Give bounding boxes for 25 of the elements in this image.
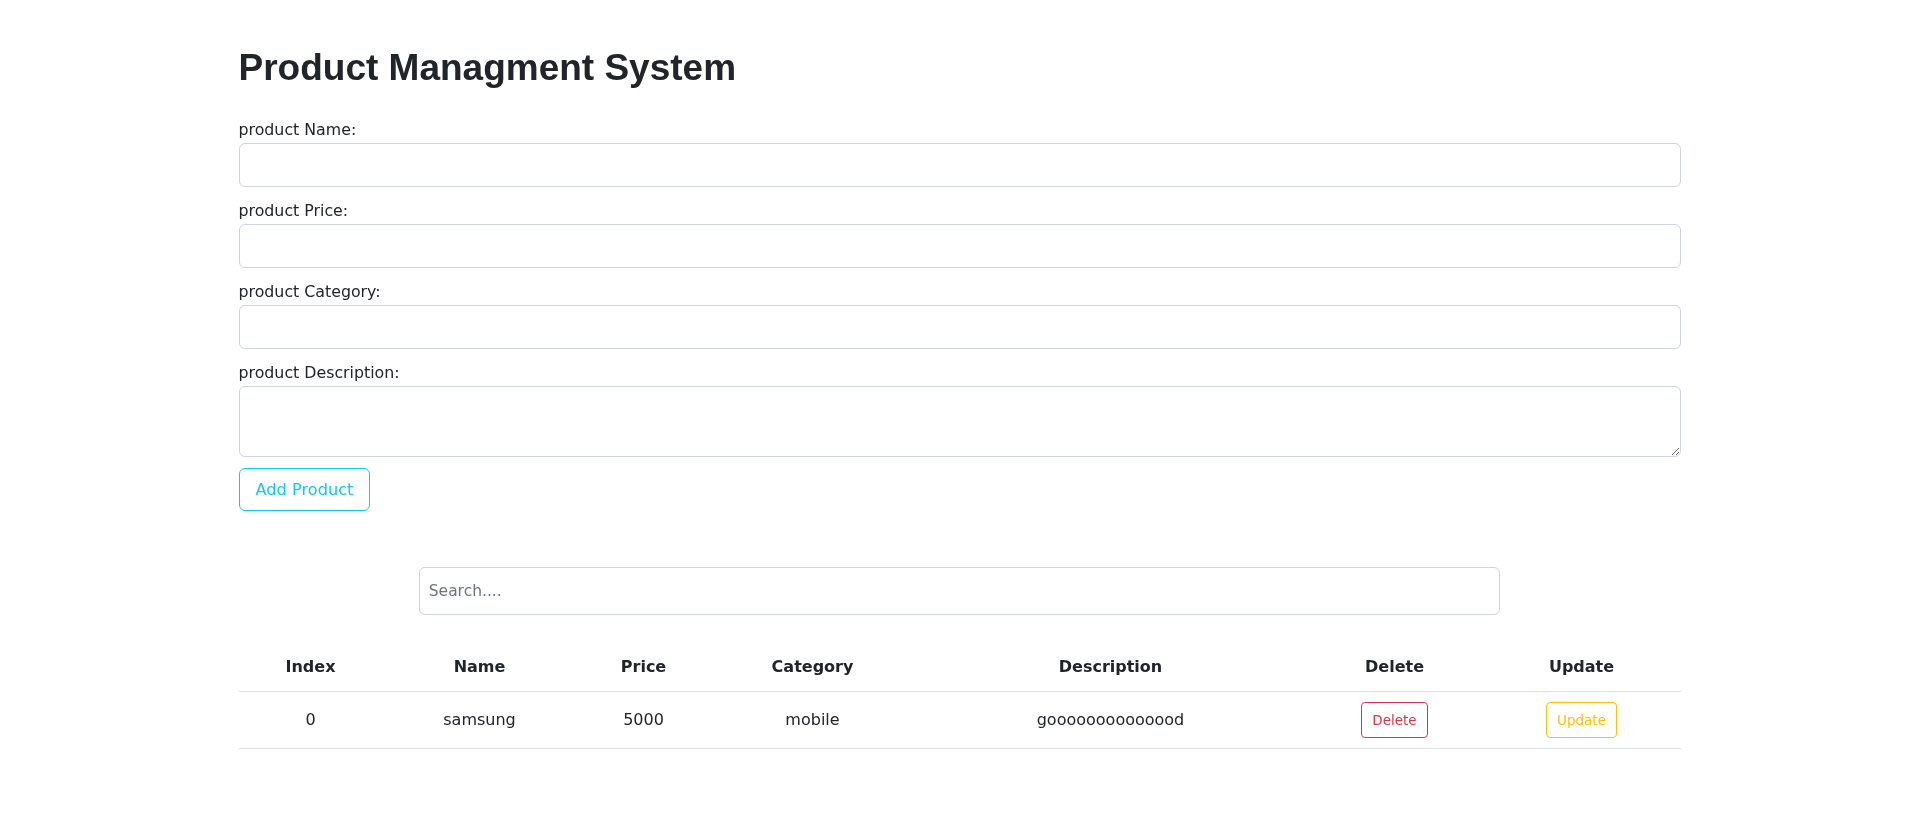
update-button[interactable]: Update: [1546, 702, 1617, 738]
column-header: Description: [1058, 656, 1163, 678]
input-field[interactable]: [238, 143, 1681, 187]
input-field[interactable]: [238, 224, 1681, 268]
table-cell-text: goooooooooooood: [1036, 709, 1185, 731]
description-field[interactable]: [238, 386, 1681, 457]
field-label: product Category:: [238, 281, 381, 303]
column-header: Price: [620, 656, 667, 678]
add-product-button[interactable]: Add Product: [238, 468, 371, 511]
search-field[interactable]: Search....: [418, 567, 1501, 615]
table-cell-text: samsung: [443, 709, 516, 731]
column-header: Name: [453, 656, 506, 678]
table-cell-text: mobile: [785, 709, 840, 731]
page-title: Product Managment System: [238, 46, 737, 90]
column-header: Update: [1548, 656, 1615, 678]
table-cell-text: 0: [305, 709, 316, 731]
column-header: Category: [771, 656, 854, 678]
field-label: product Description:: [238, 362, 400, 384]
field-label: product Price:: [238, 200, 349, 222]
delete-button[interactable]: Delete: [1361, 702, 1428, 738]
input-field[interactable]: [238, 305, 1681, 349]
column-header: Index: [285, 656, 336, 678]
table-cell-text: 5000: [623, 709, 664, 731]
column-header: Delete: [1365, 656, 1424, 678]
field-label: product Name:: [238, 119, 357, 141]
